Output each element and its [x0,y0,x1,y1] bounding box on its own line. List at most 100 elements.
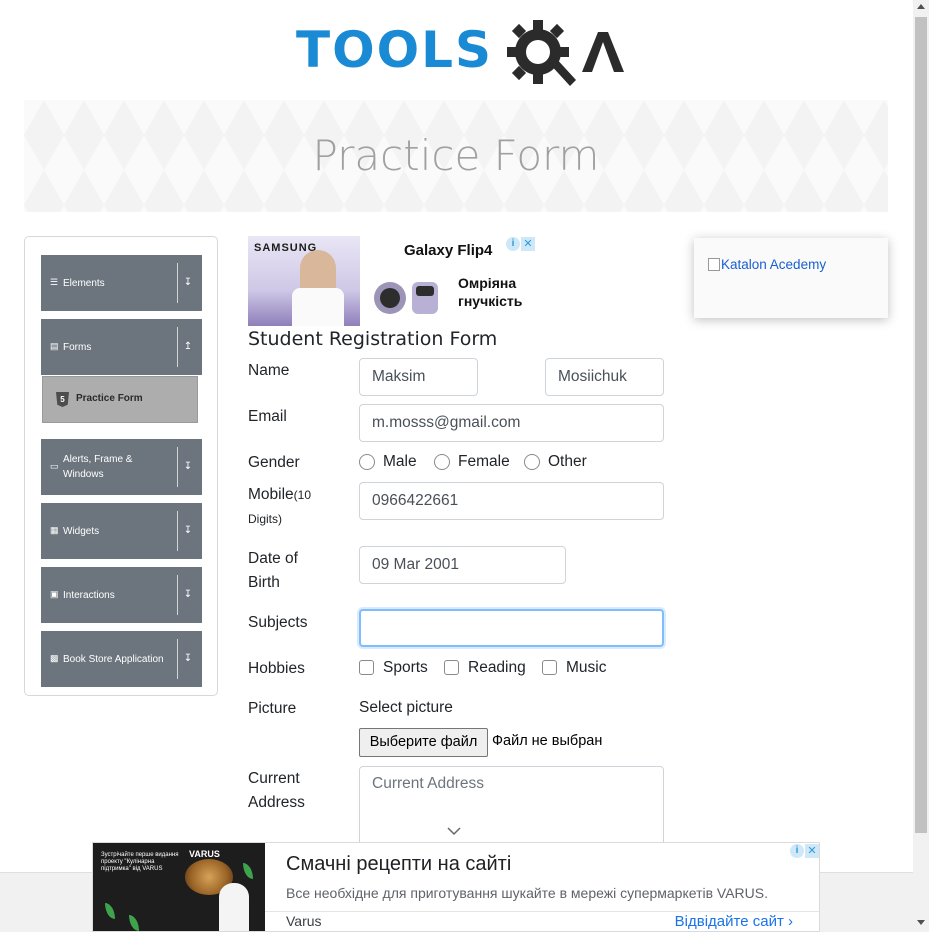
subjects-input[interactable] [359,609,664,647]
email-label: Email [248,408,287,425]
dob-label-line1: Date of [248,550,298,567]
download-arrow-icon: ↧ [183,461,193,472]
sidebar-group-interactions[interactable]: ▣ Interactions ↧ [41,567,202,623]
chevron-right-icon: › [788,913,793,930]
grid-icon: ▦ [50,525,59,535]
chart-icon: ▩ [50,653,59,663]
scroll-up-arrow-icon[interactable] [917,4,925,9]
choose-file-button[interactable]: Выберите файл [359,728,488,757]
first-name-input[interactable]: Maksim [359,358,478,396]
katalon-ad-image[interactable]: Katalon Acedemy [708,257,826,272]
logo-text-tools: TOOLS [296,21,493,79]
varus-ad-description: Все необхідне для приготування шукайте в… [286,885,769,901]
divider [265,911,819,912]
gender-male-radio[interactable] [359,454,375,470]
form-title: Student Registration Form [248,328,498,350]
varus-ad-headline[interactable]: Смачні рецепти на сайті [286,853,511,876]
varus-ad-promo-text: Зустрічайте перше видання проекту "Кулін… [101,852,179,872]
ad-info-icon[interactable]: i [790,844,804,858]
interactions-icon: ▣ [50,589,59,599]
divider [177,575,178,615]
sidebar-group-widgets[interactable]: ▦ Widgets ↧ [41,503,202,559]
last-name-input[interactable]: Mosiichuk [545,358,664,396]
date-of-birth-input[interactable]: 09 Mar 2001 [359,546,566,584]
logo-gear-q-a [507,20,624,86]
ad-product: Galaxy Flip4 [404,242,493,259]
sidebar: ☰ Elements ↧ ▤ Forms ↥ 5 Practice Form ▭… [24,236,218,696]
divider [177,511,178,551]
varus-ad-image: Зустрічайте перше видання проекту "Кулін… [93,843,265,931]
sidebar-group-label: Widgets [63,525,100,537]
toolsqa-logo[interactable]: TOOLS [296,14,626,92]
phone-illustration [374,282,438,314]
sidebar-group-label: Elements [63,277,105,289]
name-label: Name [248,362,290,379]
ad-close-icon[interactable]: ✕ [521,237,535,251]
divider [177,639,178,679]
address-label-line1: Current [248,770,300,787]
sidebar-group-forms[interactable]: ▤ Forms ↥ [41,319,202,375]
document-icon: ▤ [50,341,59,351]
divider [177,263,178,303]
file-status-text: Файл не выбран [492,733,603,749]
address-label-line2: Address [248,794,305,811]
broken-image-icon [708,258,720,271]
page-banner: Practice Form [24,100,888,212]
hobby-sports-checkbox[interactable] [359,660,374,675]
ad-photo: SAMSUNG [248,236,360,326]
mobile-label-text: Mobile [248,486,294,503]
gender-other-label[interactable]: Other [548,452,587,472]
varus-ad[interactable]: Зустрічайте перше видання проекту "Кулін… [92,842,820,932]
divider [177,327,178,367]
sidebar-group-label: Interactions [63,589,115,601]
gender-male-label[interactable]: Male [383,452,417,472]
mobile-input[interactable]: 0966422661 [359,482,664,520]
scrollbar-thumb[interactable] [915,17,927,833]
varus-ad-advertiser: Varus [286,913,322,929]
varus-ad-cta-label: Відвідайте сайт [674,913,784,930]
ad-tagline: Омріяна гнучкість [458,275,523,309]
hobbies-label: Hobbies [248,660,305,677]
gender-label: Gender [248,454,300,471]
gender-other-radio[interactable] [524,454,540,470]
hobby-music-label[interactable]: Music [566,658,606,678]
sidebar-group-elements[interactable]: ☰ Elements ↧ [41,255,202,311]
ad-close-icon[interactable]: ✕ [805,844,819,858]
sidebar-group-label: Forms [63,341,92,353]
gender-female-radio[interactable] [434,454,450,470]
sidebar-group-label: Book Store Application [63,653,164,665]
hobby-music-checkbox[interactable] [542,660,557,675]
download-arrow-icon: ↧ [183,589,193,600]
leaf-graphic [129,915,139,931]
sidebar-item-label: Practice Form [76,393,143,404]
katalon-ad[interactable]: Katalon Acedemy [694,238,888,318]
sidebar-group-book-store[interactable]: ▩ Book Store Application ↧ [41,631,202,687]
download-arrow-icon: ↧ [183,653,193,664]
email-input[interactable]: m.mosss@gmail.com [359,404,664,442]
html5-icon: 5 [56,392,69,407]
varus-ad-brand: VARUS [189,849,220,859]
select-picture-label: Select picture [359,699,453,716]
varus-ad-cta[interactable]: Відвідайте сайт › [675,913,793,930]
subjects-label: Subjects [248,614,308,631]
samsung-ad[interactable]: SAMSUNG Galaxy Flip4 Омріяна гнучкість i… [248,236,536,326]
download-arrow-icon: ↧ [183,277,193,288]
scroll-down-arrow-icon[interactable] [917,920,925,925]
ad-model-shirt [292,288,344,326]
page-scrollbar[interactable] [913,0,929,932]
katalon-ad-alt-text: Katalon Acedemy [721,257,827,272]
sidebar-group-alerts[interactable]: ▭ Alerts, Frame & Windows ↧ [41,439,202,495]
picture-label: Picture [248,700,297,717]
hobby-sports-label[interactable]: Sports [383,658,428,678]
chevron-down-icon[interactable] [447,826,461,836]
upload-arrow-icon: ↥ [183,341,193,352]
hobby-reading-checkbox[interactable] [444,660,459,675]
sidebar-group-label: Alerts, Frame & Windows [63,454,133,480]
sidebar-item-practice-form[interactable]: 5 Practice Form [42,376,198,423]
hobby-reading-label[interactable]: Reading [468,658,526,678]
ad-info-icon[interactable]: i [506,237,520,251]
gender-female-label[interactable]: Female [458,452,510,472]
leaf-graphic [105,903,115,919]
chef-figure [219,883,249,931]
divider [177,447,178,487]
